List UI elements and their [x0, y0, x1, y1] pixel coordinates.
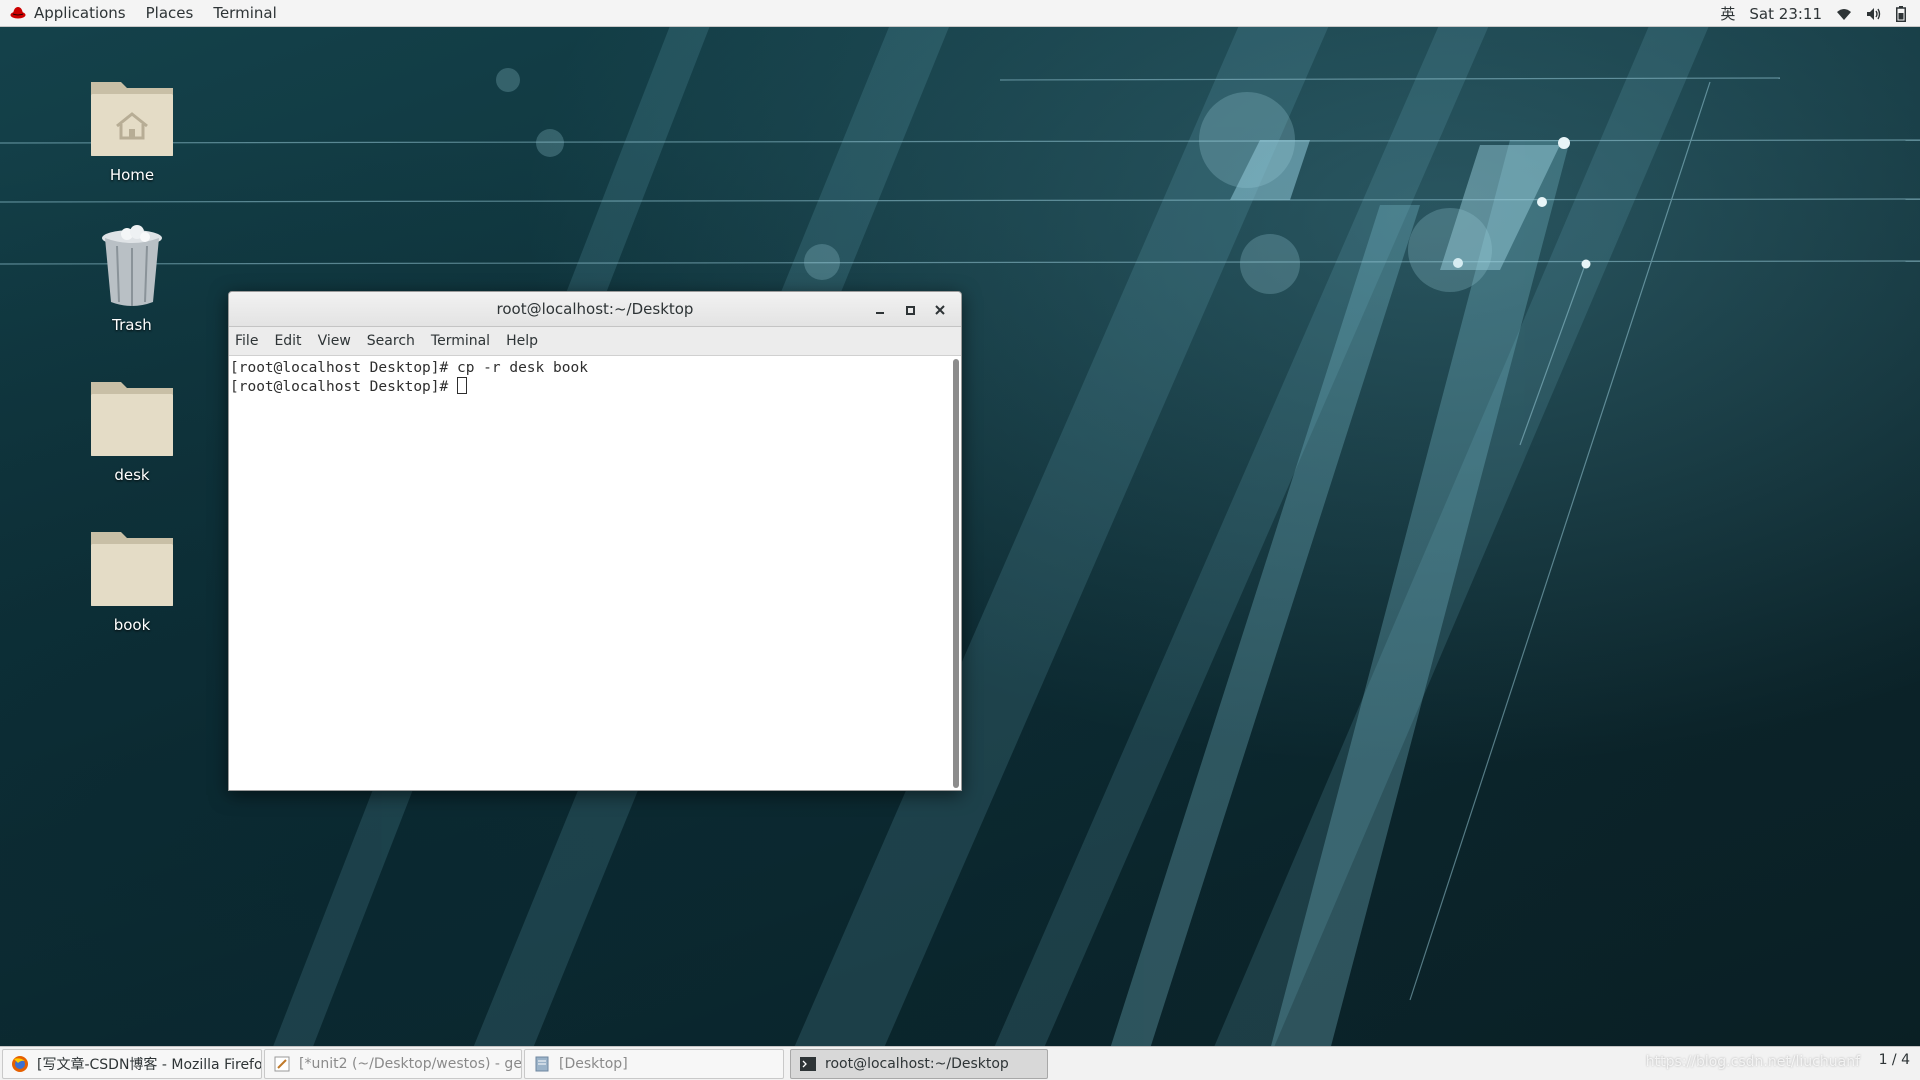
- menu-help[interactable]: Help: [506, 333, 538, 349]
- top-panel: Applications Places Terminal 英 Sat 23:11: [0, 0, 1920, 27]
- firefox-icon: [12, 1055, 28, 1072]
- task-file-manager[interactable]: [Desktop]: [524, 1048, 784, 1079]
- desktop-icon-label: Home: [109, 166, 155, 184]
- desktop-icon-home[interactable]: Home: [72, 72, 192, 184]
- watermark-text: https://blog.csdn.net/liuchuanf: [1645, 1054, 1860, 1070]
- workspace-indicator[interactable]: 1 / 4: [1879, 1052, 1910, 1068]
- file-manager-icon: [535, 1056, 549, 1071]
- terminal-scrollbar[interactable]: [953, 359, 959, 788]
- home-folder-icon: [91, 82, 173, 156]
- redhat-icon: [10, 7, 26, 19]
- desktop-icon-label: Trash: [112, 316, 152, 334]
- terminal-output[interactable]: [root@localhost Desktop]# cp -r desk boo…: [229, 357, 961, 790]
- terminal-icon: [800, 1056, 816, 1071]
- folder-icon: [91, 532, 173, 606]
- desktop-icon-trash[interactable]: Trash: [72, 222, 192, 334]
- menu-search[interactable]: Search: [367, 333, 415, 349]
- close-icon: [935, 304, 945, 315]
- terminal-prompt: [root@localhost Desktop]#: [230, 379, 457, 395]
- wifi-icon[interactable]: [1836, 7, 1852, 21]
- terminal-window-title: root@localhost:~/Desktop: [496, 300, 694, 318]
- maximize-button[interactable]: [895, 295, 925, 325]
- places-menu-label: Places: [145, 4, 194, 22]
- desktop-icon-book[interactable]: book: [72, 522, 192, 634]
- terminal-cursor: [456, 377, 467, 394]
- input-method-indicator[interactable]: 英: [1720, 3, 1735, 24]
- terminal-menubar: File Edit View Search Terminal Help: [229, 327, 961, 356]
- applications-menu-label: Applications: [34, 4, 126, 22]
- minimize-icon: [876, 311, 884, 314]
- window-list-bar: [写文章-CSDN博客 - Mozilla Firefox] [*unit2 (…: [0, 1046, 1920, 1080]
- close-button[interactable]: [925, 295, 955, 325]
- battery-icon[interactable]: [1896, 5, 1906, 22]
- terminal-app-menu-label: Terminal: [213, 4, 277, 22]
- desktop-icon-label: desk: [114, 466, 150, 484]
- applications-menu[interactable]: Applications: [0, 0, 136, 26]
- task-firefox[interactable]: [写文章-CSDN博客 - Mozilla Firefox]: [2, 1048, 262, 1079]
- trash-icon: [102, 225, 162, 306]
- terminal-line: [root@localhost Desktop]# cp -r desk boo…: [230, 360, 588, 376]
- clock[interactable]: Sat 23:11: [1749, 5, 1822, 23]
- terminal-prompt-line: [root@localhost Desktop]#: [230, 377, 961, 396]
- volume-icon[interactable]: [1866, 7, 1882, 21]
- task-label: [Desktop]: [559, 1055, 628, 1072]
- terminal-window[interactable]: root@localhost:~/Desktop File Edit View …: [228, 291, 962, 791]
- desktop-icon-desk[interactable]: desk: [72, 372, 192, 484]
- terminal-app-menu[interactable]: Terminal: [203, 0, 286, 26]
- gedit-icon: [274, 1056, 290, 1071]
- minimize-button[interactable]: [865, 295, 895, 325]
- maximize-icon: [906, 305, 915, 315]
- desktop-icon-label: book: [113, 616, 151, 634]
- task-label: [写文章-CSDN博客 - Mozilla Firefox]: [37, 1056, 262, 1073]
- task-label: [*unit2 (~/Desktop/westos) - gedit]: [299, 1055, 522, 1072]
- terminal-titlebar[interactable]: root@localhost:~/Desktop: [229, 292, 961, 327]
- task-gedit[interactable]: [*unit2 (~/Desktop/westos) - gedit]: [264, 1048, 522, 1079]
- menu-edit[interactable]: Edit: [274, 333, 301, 349]
- places-menu[interactable]: Places: [136, 0, 204, 26]
- menu-file[interactable]: File: [235, 333, 258, 349]
- folder-icon: [91, 382, 173, 456]
- menu-view[interactable]: View: [318, 333, 351, 349]
- task-label: root@localhost:~/Desktop: [825, 1055, 1009, 1072]
- menu-terminal[interactable]: Terminal: [431, 333, 490, 349]
- task-terminal[interactable]: root@localhost:~/Desktop: [790, 1048, 1048, 1079]
